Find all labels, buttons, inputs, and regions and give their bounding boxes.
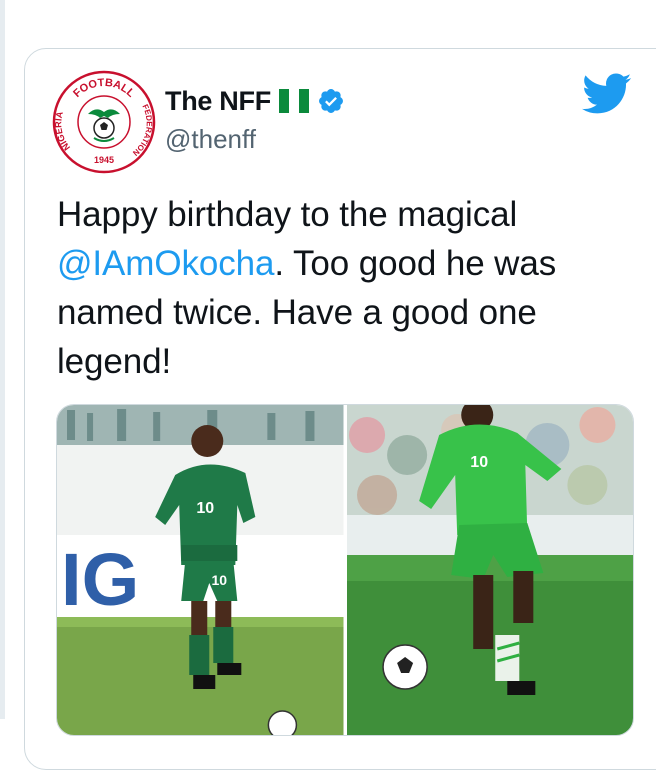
sign-text: IG [61, 538, 139, 621]
tweet-text-part: Happy birthday to the magical [57, 195, 518, 234]
shirt-number-left: 10 [196, 500, 214, 517]
nff-logo-avatar[interactable]: FOOTBALL NIGERIA FEDERATION 1945 [52, 70, 156, 174]
mention-link[interactable]: @IAmOkocha [57, 244, 274, 283]
screen-edge [0, 0, 5, 719]
photo-left[interactable]: IG 10 10 [57, 405, 344, 735]
football-icon [267, 710, 298, 735]
media-grid[interactable]: IG 10 10 10 [56, 404, 634, 736]
nigeria-flag-icon [278, 89, 309, 113]
logo-year: 1945 [94, 155, 114, 165]
shorts-number-left: 10 [211, 572, 227, 588]
photo-right[interactable]: 10 [346, 405, 633, 735]
tweet-text: Happy birthday to the magical @IAmOkocha… [57, 190, 637, 386]
twitter-bird-icon[interactable] [582, 73, 632, 115]
display-name[interactable]: The NFF [165, 86, 271, 117]
shirt-number-right: 10 [470, 454, 488, 471]
author-handle[interactable]: @thenff [165, 124, 256, 155]
author-name-row[interactable]: The NFF [165, 84, 345, 118]
verified-badge-icon [318, 89, 343, 113]
